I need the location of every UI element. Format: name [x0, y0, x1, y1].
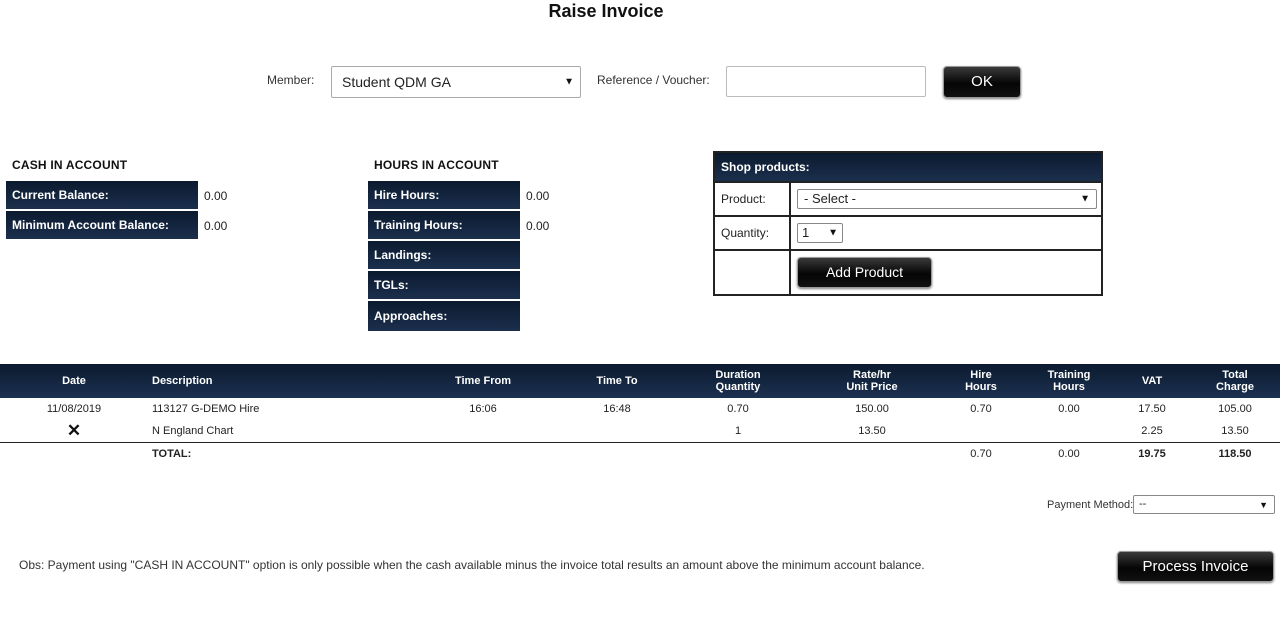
current-balance-value: 0.00	[204, 189, 228, 203]
row-duration: 0.70	[727, 403, 749, 415]
member-select[interactable]: Student QDM GA ▼	[331, 66, 581, 98]
chevron-down-icon: ▼	[828, 227, 838, 239]
quantity-cell: 1 ▼	[789, 215, 1101, 249]
row-vat: 17.50	[1138, 403, 1166, 415]
payment-method-select[interactable]: -- ▼	[1133, 495, 1275, 514]
landings-label: Landings:	[368, 241, 520, 271]
header-hire-line1: Hire	[970, 369, 992, 381]
row-duration: 1	[734, 425, 742, 437]
payment-method-label: Payment Method:	[1047, 499, 1134, 511]
hire-hours-label: Hire Hours:	[368, 181, 520, 211]
header-rate-line1: Rate/hr	[853, 369, 891, 381]
shop-products-panel: Shop products: Product: - Select - ▼ Qua…	[713, 151, 1103, 296]
header-time-to: Time To	[596, 375, 638, 387]
member-label: Member:	[267, 73, 315, 87]
product-select[interactable]: - Select - ▼	[797, 189, 1097, 209]
header-rate: Rate/hr Unit Price	[822, 364, 922, 398]
product-label: Product:	[715, 181, 789, 215]
add-product-cell: Add Product	[789, 249, 1101, 294]
invoice-table-header: Date Description Time From Time To Durat…	[0, 364, 1280, 398]
header-vat: VAT	[1141, 375, 1163, 387]
header-total-line1: Total	[1222, 369, 1248, 381]
hire-hours-value: 0.00	[526, 189, 550, 203]
header-duration-line2: Quantity	[715, 381, 761, 393]
row-vat: 2.25	[1141, 425, 1163, 437]
row-hire-hours: 0.70	[970, 403, 992, 415]
training-hours-value: 0.00	[526, 219, 550, 233]
header-training-hours: Training Hours	[1036, 364, 1102, 398]
totals-training-hours: 0.00	[1058, 448, 1080, 460]
header-rate-line2: Unit Price	[846, 381, 898, 393]
tgls-label: TGLs:	[368, 271, 520, 301]
quantity-select-value: 1	[802, 225, 810, 240]
header-training-line2: Hours	[1053, 381, 1085, 393]
chevron-down-icon: ▼	[1259, 499, 1268, 510]
page-title: Raise Invoice	[548, 1, 664, 21]
row-time-from: 16:06	[469, 403, 497, 415]
reference-input[interactable]	[726, 66, 926, 97]
row-description: 113127 G-DEMO Hire	[152, 403, 260, 415]
header-total: Total Charge	[1204, 364, 1266, 398]
shop-products-title: Shop products:	[715, 153, 1101, 181]
header-hire-line2: Hours	[965, 381, 997, 393]
process-invoice-button[interactable]: Process Invoice	[1117, 551, 1274, 582]
cash-section-title: CASH IN ACCOUNT	[12, 158, 128, 172]
training-hours-label: Training Hours:	[368, 211, 520, 241]
current-balance-label: Current Balance:	[6, 181, 198, 211]
ok-button[interactable]: OK	[943, 66, 1021, 98]
product-select-value: - Select -	[804, 191, 857, 206]
row-time-to: 16:48	[603, 403, 631, 415]
add-product-button[interactable]: Add Product	[797, 257, 932, 288]
totals-vat: 19.75	[1138, 448, 1166, 460]
reference-label: Reference / Voucher:	[597, 73, 710, 87]
header-date: Date	[62, 375, 86, 387]
add-product-empty-cell	[715, 249, 789, 294]
product-cell: - Select - ▼	[789, 181, 1101, 215]
chevron-down-icon: ▼	[1080, 193, 1090, 205]
minimum-balance-label: Minimum Account Balance:	[6, 211, 198, 241]
header-duration: Duration Quantity	[698, 364, 778, 398]
delete-row-icon[interactable]: ✕	[64, 421, 84, 441]
quantity-select[interactable]: 1 ▼	[797, 223, 843, 243]
totals-total: 118.50	[1218, 448, 1252, 460]
approaches-label: Approaches:	[368, 301, 520, 331]
row-total: 13.50	[1221, 425, 1249, 437]
hours-section-title: HOURS IN ACCOUNT	[374, 158, 499, 172]
row-rate: 13.50	[858, 425, 886, 437]
row-total: 105.00	[1218, 403, 1252, 415]
row-date: 11/08/2019	[46, 403, 102, 415]
totals-label: TOTAL:	[152, 448, 192, 460]
row-training-hours: 0.00	[1058, 403, 1080, 415]
payment-method-value: --	[1139, 498, 1147, 510]
header-hire-hours: Hire Hours	[950, 364, 1012, 398]
header-duration-line1: Duration	[715, 369, 761, 381]
row-description: N England Chart	[152, 425, 234, 437]
header-total-line2: Charge	[1216, 381, 1254, 393]
header-time-from: Time From	[454, 375, 512, 387]
header-description: Description	[152, 375, 213, 387]
member-select-value: Student QDM GA	[342, 74, 451, 90]
row-rate: 150.00	[855, 403, 889, 415]
obs-note: Obs: Payment using "CASH IN ACCOUNT" opt…	[19, 558, 925, 572]
totals-hire-hours: 0.70	[970, 448, 992, 460]
chevron-down-icon: ▼	[564, 76, 574, 88]
minimum-balance-value: 0.00	[204, 219, 228, 233]
quantity-label: Quantity:	[715, 215, 789, 249]
totals-divider	[0, 442, 1280, 443]
header-training-line1: Training	[1047, 369, 1091, 381]
